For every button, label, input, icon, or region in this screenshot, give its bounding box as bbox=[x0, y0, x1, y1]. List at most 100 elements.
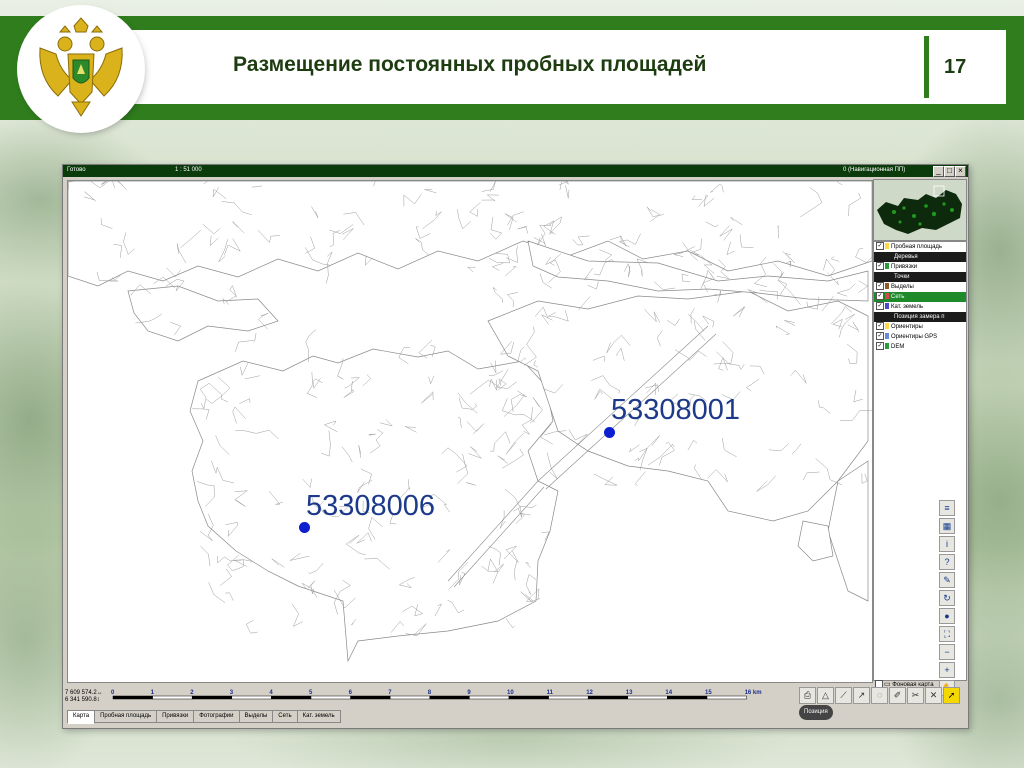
sample-plot-marker-53308001[interactable] bbox=[604, 427, 615, 438]
scale-tick-label: 15 bbox=[705, 690, 712, 696]
pointer-yellow-icon[interactable]: ➚ bbox=[943, 687, 960, 704]
ruler-icon[interactable]: ⟋ bbox=[835, 687, 852, 704]
layer-label: Сеть bbox=[891, 294, 905, 300]
layer-checkbox[interactable]: ✓ bbox=[876, 262, 884, 271]
tab-item[interactable]: Сеть bbox=[272, 710, 298, 723]
page-number: 17 bbox=[944, 56, 967, 78]
scale-tick-label: 4 bbox=[269, 690, 273, 696]
layer-row[interactable]: ✓ Ориентиры bbox=[874, 322, 966, 332]
scale-tick-label: 1 bbox=[151, 690, 155, 696]
scale-tick-label: 3 bbox=[230, 690, 234, 696]
position-button[interactable]: Позиция bbox=[799, 705, 833, 720]
scale-segment bbox=[350, 695, 391, 700]
layer-symbol-icon bbox=[885, 333, 889, 340]
scale-tick-label: 14 bbox=[665, 690, 672, 696]
scale-segment bbox=[389, 695, 431, 700]
layer-checkbox[interactable]: ✓ bbox=[876, 292, 884, 301]
scale-segment bbox=[627, 695, 668, 700]
scale-tick-label: 10 bbox=[507, 690, 514, 696]
scale-tick-label: 9 bbox=[467, 690, 471, 696]
scale-segment bbox=[548, 695, 589, 700]
layer-checkbox[interactable]: ✓ bbox=[876, 242, 884, 251]
bottom-toolbar: ⎙ △ ⟋ ↗ ◌ ✐ ✂ ✕ ➚ Позиция bbox=[799, 687, 968, 720]
layer-checkbox[interactable]: ✓ bbox=[876, 322, 884, 331]
minimize-button[interactable]: _ bbox=[933, 166, 944, 177]
table-icon[interactable]: ▦ bbox=[939, 518, 955, 534]
scale-bar: 0 1 2 3 4 5 6 7 8 9 10 11 12 13 14 15 16 km bbox=[67, 685, 872, 703]
layer-checkbox[interactable]: ✓ bbox=[876, 282, 884, 291]
layer-checkbox[interactable]: ✓ bbox=[876, 342, 884, 351]
layer-row[interactable]: ✓ Выделы bbox=[874, 282, 966, 292]
globe-icon[interactable]: ● bbox=[939, 608, 955, 624]
sample-plot-label: 53308006 bbox=[306, 490, 436, 522]
tab-item[interactable]: Пробная площадь bbox=[94, 710, 158, 723]
scale-tick-label: 8 bbox=[428, 690, 432, 696]
layer-checkbox[interactable]: ✓ bbox=[876, 332, 884, 341]
layer-label: Выделы bbox=[891, 284, 914, 290]
refresh-icon[interactable]: ↻ bbox=[939, 590, 955, 606]
info-icon[interactable]: i bbox=[939, 536, 955, 552]
map-canvas[interactable]: 53308001 53308006 bbox=[67, 180, 873, 683]
layer-label: Ориентиры GPS bbox=[891, 334, 938, 340]
scale-tick-label: 0 bbox=[111, 690, 115, 696]
tab-item[interactable]: Кат. земель bbox=[296, 710, 341, 723]
layer-symbol-icon bbox=[885, 263, 889, 270]
triangle-icon[interactable]: △ bbox=[817, 687, 834, 704]
zoom-out-icon[interactable]: − bbox=[939, 644, 955, 660]
scale-tick-label: 5 bbox=[309, 690, 313, 696]
edit-icon[interactable]: ✐ bbox=[889, 687, 906, 704]
layer-label: Привязки bbox=[891, 264, 918, 270]
layer-row[interactable]: ✓ Привязки bbox=[874, 262, 966, 272]
tab-item[interactable]: Выделы bbox=[238, 710, 274, 723]
tab-item[interactable]: Фотографии bbox=[193, 710, 240, 723]
layer-label: Точки bbox=[894, 274, 910, 280]
layer-row[interactable]: ✓ DEM bbox=[874, 342, 966, 352]
cut-icon[interactable]: ✂ bbox=[907, 687, 924, 704]
tab-item[interactable]: Карта bbox=[67, 710, 96, 724]
scale-segment bbox=[152, 695, 193, 700]
double-headed-eagle-emblem-icon bbox=[23, 11, 139, 127]
scale-segment bbox=[310, 695, 351, 700]
maximize-button[interactable]: □ bbox=[944, 166, 955, 177]
scale-segment bbox=[587, 695, 629, 700]
scale-segment bbox=[191, 695, 233, 700]
arrow-tool-icon[interactable]: ↗ bbox=[853, 687, 870, 704]
layer-symbol-icon bbox=[885, 293, 889, 300]
layer-symbol-icon bbox=[885, 303, 889, 310]
slide-title: Размещение постоянных пробных площадей bbox=[233, 53, 707, 76]
status-text: Готово bbox=[67, 167, 86, 173]
tab-item[interactable]: Привязки bbox=[156, 710, 195, 723]
print-icon[interactable]: ⎙ bbox=[799, 687, 816, 704]
layer-row[interactable]: ✓ Сеть bbox=[874, 292, 966, 302]
delete-icon[interactable]: ✕ bbox=[925, 687, 942, 704]
measure-icon[interactable]: ✎ bbox=[939, 572, 955, 588]
layer-symbol-icon bbox=[885, 243, 889, 250]
forest-parcels-map bbox=[68, 181, 872, 663]
scale-readout: 1 : 51 000 bbox=[175, 167, 202, 173]
extent-icon[interactable]: ⛶ bbox=[939, 626, 955, 642]
layer-checkbox[interactable]: ✓ bbox=[876, 302, 884, 311]
emblem-badge bbox=[20, 8, 142, 130]
layers-icon[interactable]: ≡ bbox=[939, 500, 955, 516]
layer-section-header[interactable]: Точки bbox=[874, 272, 966, 282]
overview-minimap[interactable] bbox=[873, 179, 967, 241]
sample-plot-marker-53308006[interactable] bbox=[299, 522, 310, 533]
layer-section-header[interactable]: Деревья bbox=[874, 252, 966, 262]
close-button[interactable]: × bbox=[955, 166, 966, 177]
zoom-in-icon[interactable]: + bbox=[939, 662, 955, 678]
scale-tick-label: 7 bbox=[388, 690, 392, 696]
layer-row[interactable]: ✓ Пробная площадь bbox=[874, 242, 966, 252]
layer-section-header[interactable]: Позиция замера п bbox=[874, 312, 966, 322]
select-icon[interactable]: ◌ bbox=[871, 687, 888, 704]
scale-segment bbox=[231, 695, 272, 700]
scale-segment bbox=[706, 695, 747, 700]
help-pointer-icon[interactable]: ? bbox=[939, 554, 955, 570]
app-titlebar: Готово 1 : 51 000 0 (Навигационная ПП) _… bbox=[63, 165, 968, 177]
scale-segment bbox=[469, 695, 510, 700]
layer-symbol-icon bbox=[885, 283, 889, 290]
layer-row[interactable]: ✓ Кат. земель bbox=[874, 302, 966, 312]
right-toolbar: ≡▦i?✎↻●⛶−+✋ bbox=[939, 500, 955, 698]
layer-symbol-icon bbox=[885, 343, 889, 350]
layer-label: Ориентиры bbox=[891, 324, 923, 330]
layer-row[interactable]: ✓ Ориентиры GPS bbox=[874, 332, 966, 342]
